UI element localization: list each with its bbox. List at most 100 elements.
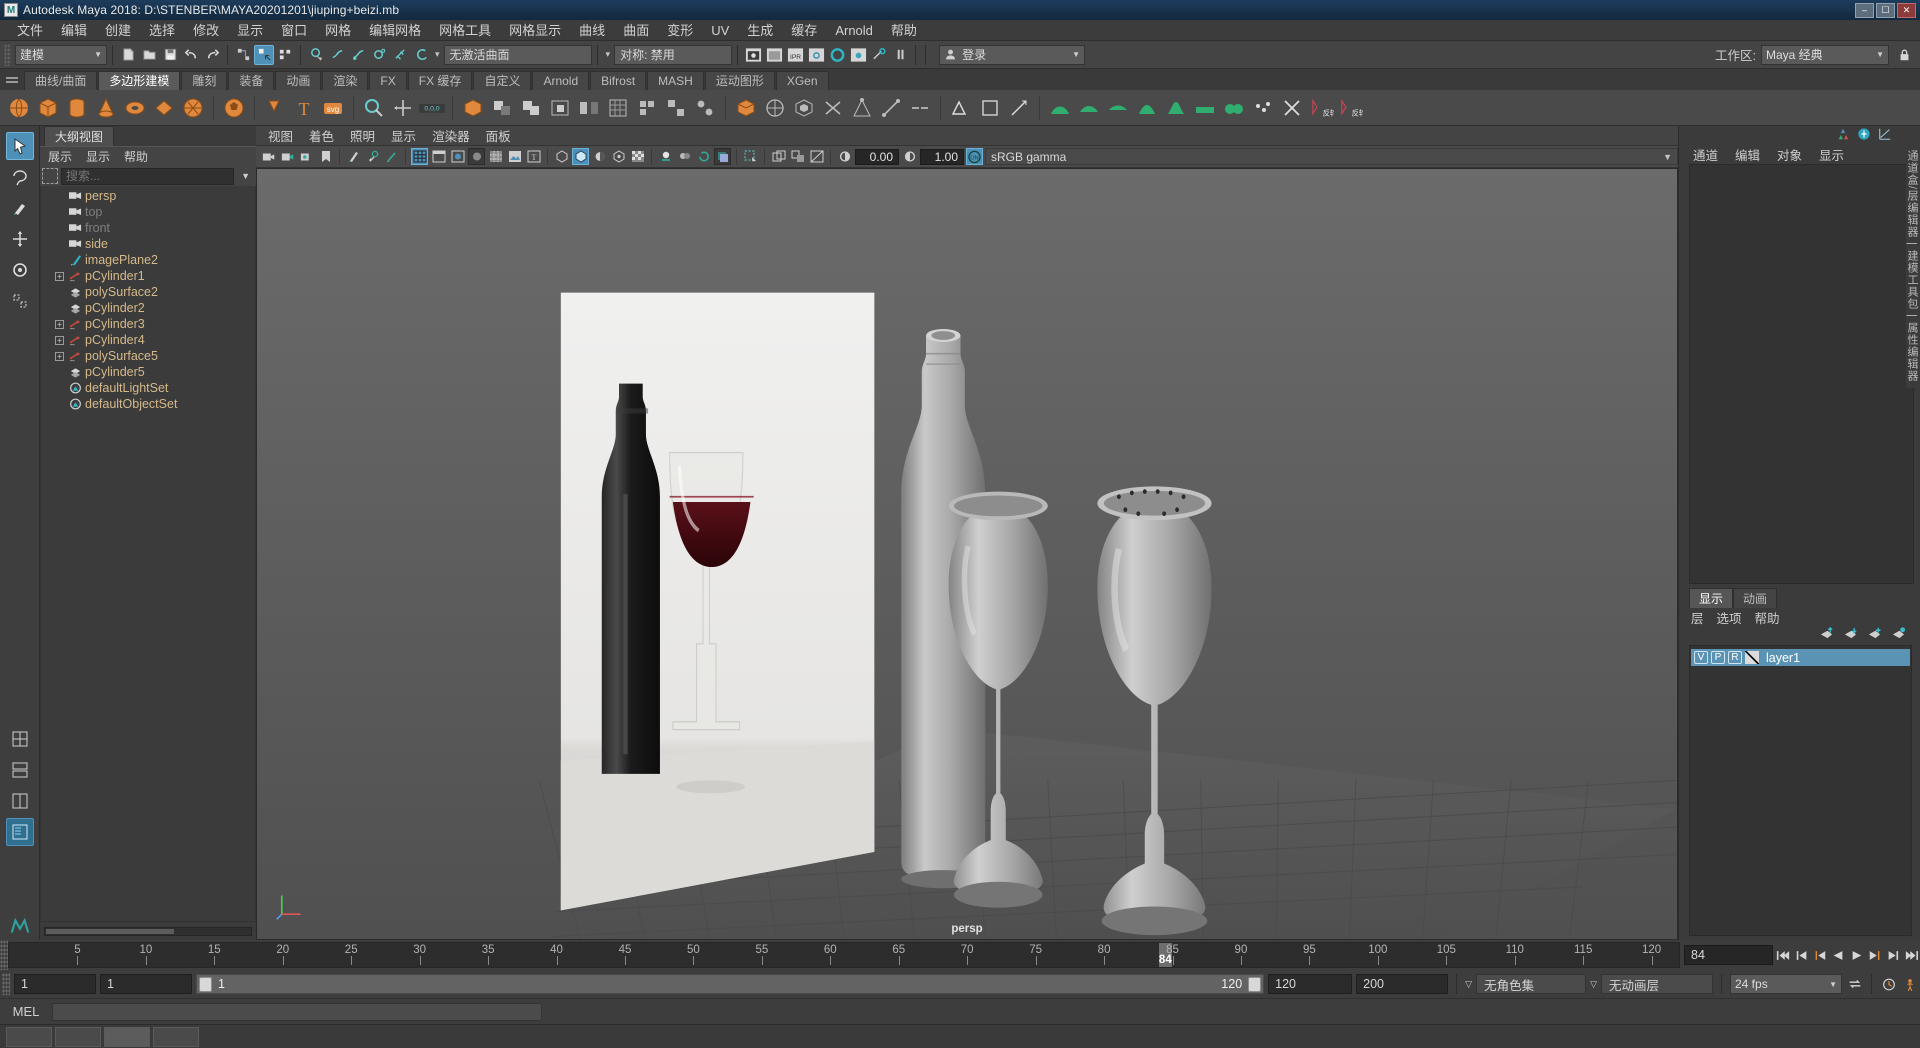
outliner-item[interactable]: defaultObjectSet	[41, 396, 255, 412]
outliner-item[interactable]: top	[41, 204, 255, 220]
svg-tool-button[interactable]: svg	[320, 95, 346, 121]
shelf-tab-运动图形[interactable]: 运动图形	[704, 71, 775, 90]
pinch-brush-button[interactable]	[1163, 95, 1189, 121]
chevron-down-icon[interactable]: ▽	[1465, 979, 1472, 990]
select-camera-icon[interactable]	[260, 148, 277, 165]
menu-item-10[interactable]: 网格显示	[500, 20, 570, 41]
lock-icon[interactable]	[1894, 45, 1914, 65]
layer-list-item[interactable]: V P Rlayer1	[1691, 649, 1910, 666]
workspace-selector[interactable]: Maya 经典 ▼	[1761, 44, 1889, 65]
range-handle-right[interactable]	[1248, 976, 1262, 992]
shelf-tab-多边形建模[interactable]: 多边形建模	[98, 71, 181, 90]
range-start-field[interactable]: 1	[14, 974, 96, 994]
command-input[interactable]	[52, 1002, 542, 1021]
maximize-button[interactable]: ☐	[1876, 2, 1895, 18]
go-to-start-button[interactable]	[1775, 946, 1791, 964]
channel-menu-item-3[interactable]: 显示	[1819, 145, 1844, 164]
toolbar-grip[interactable]	[4, 43, 11, 66]
lasso-tool-button[interactable]	[6, 163, 34, 191]
sculpt-brush-button[interactable]	[1047, 95, 1073, 121]
menu-item-18[interactable]: 帮助	[882, 20, 926, 41]
poly-cone-button[interactable]	[93, 95, 119, 121]
erase-brush-button[interactable]	[1279, 95, 1305, 121]
live-surface-field[interactable]: 无激活曲面	[443, 44, 592, 65]
menu-item-4[interactable]: 修改	[184, 20, 228, 41]
taskbar-item[interactable]	[104, 1026, 150, 1047]
go-to-end-button[interactable]	[1904, 946, 1920, 964]
menu-item-5[interactable]: 显示	[228, 20, 272, 41]
smooth-button[interactable]	[605, 95, 631, 121]
gamma-icon[interactable]	[901, 148, 918, 165]
horizontal-scrollbar[interactable]	[44, 926, 252, 936]
symmetry-field[interactable]: 对称: 禁用	[614, 44, 733, 65]
animation-preferences-icon[interactable]	[1901, 975, 1918, 993]
menu-item-17[interactable]: Arnold	[826, 20, 882, 41]
ambient-occlusion-icon[interactable]	[714, 148, 731, 165]
outliner-item[interactable]: pCylinder2	[41, 300, 255, 316]
select-by-hierarchy-button[interactable]	[233, 45, 253, 65]
color-management-toggle-icon[interactable]: ON	[966, 148, 983, 165]
xray-joints-icon[interactable]	[572, 148, 589, 165]
current-time-field[interactable]: 84	[1684, 945, 1773, 965]
shelf-tab-FX 缓存[interactable]: FX 缓存	[407, 71, 473, 90]
chevron-down-icon[interactable]: ▾	[435, 49, 440, 60]
pause-button[interactable]	[890, 45, 910, 65]
channel-menu-item-0[interactable]: 通道	[1693, 145, 1718, 164]
mirror-button[interactable]	[576, 95, 602, 121]
open-scene-button[interactable]	[139, 45, 159, 65]
attribute-editor-icon[interactable]	[1857, 127, 1871, 144]
play-backwards-button[interactable]	[1830, 946, 1846, 964]
shelf-tab-雕刻[interactable]: 雕刻	[181, 71, 228, 90]
render-settings-button[interactable]	[806, 45, 826, 65]
mirror-cut-1-button[interactable]: 反转	[1308, 95, 1334, 121]
anim-end-field[interactable]: 200	[1356, 974, 1449, 994]
new-scene-button[interactable]	[118, 45, 138, 65]
render-sequence-button[interactable]	[764, 45, 784, 65]
outliner-menu-item-2[interactable]: 帮助	[124, 148, 148, 165]
display-panel-1-icon[interactable]	[770, 148, 787, 165]
flatten-brush-button[interactable]	[1192, 95, 1218, 121]
expand-icon[interactable]: +	[55, 271, 64, 281]
step-forward-frame-button[interactable]	[1867, 946, 1883, 964]
snap-to-point-button[interactable]	[348, 45, 368, 65]
mirror-cut-2-button[interactable]: 反转	[1337, 95, 1363, 121]
outliner-tab[interactable]: 大纲视图	[40, 126, 256, 146]
chamfer-vertex-button[interactable]	[849, 95, 875, 121]
default-lighting-icon[interactable]	[657, 148, 674, 165]
grid-toggle-icon[interactable]	[364, 148, 381, 165]
step-back-frame-button[interactable]	[1812, 946, 1828, 964]
smooth-brush-button[interactable]	[1076, 95, 1102, 121]
connect-button[interactable]	[878, 95, 904, 121]
expand-icon[interactable]: +	[55, 351, 64, 361]
image-plane-icon[interactable]	[345, 148, 362, 165]
boolean-intersect-button[interactable]	[547, 95, 573, 121]
wireframe-on-shaded-icon[interactable]	[487, 148, 504, 165]
mel-label[interactable]: MEL	[6, 1004, 46, 1019]
channel-box-content[interactable]	[1689, 164, 1914, 584]
add-layer-icon[interactable]	[1867, 627, 1882, 643]
four-pane-layout-button[interactable]	[6, 787, 34, 815]
exposure-icon[interactable]	[836, 148, 853, 165]
poly-torus-button[interactable]	[122, 95, 148, 121]
scale-tool-button[interactable]	[6, 287, 34, 315]
channel-menu-item-2[interactable]: 对象	[1777, 145, 1802, 164]
select-by-object-type-button[interactable]	[254, 44, 274, 65]
relax-brush-button[interactable]	[1105, 95, 1131, 121]
viewport-menu-item-5[interactable]: 面板	[486, 126, 511, 145]
menu-item-8[interactable]: 编辑网格	[360, 20, 430, 41]
outliner-item[interactable]: polySurface2	[41, 284, 255, 300]
move-tool-button[interactable]	[390, 95, 416, 121]
render-setup-button[interactable]	[848, 45, 868, 65]
shelf-tab-Arnold[interactable]: Arnold	[532, 71, 590, 90]
create-polygon-button[interactable]	[977, 95, 1003, 121]
remesh-button[interactable]	[692, 95, 718, 121]
layer-p-toggle[interactable]: P	[1711, 651, 1725, 664]
step-back-key-button[interactable]	[1793, 946, 1809, 964]
chevron-down-icon[interactable]: ▾	[606, 49, 611, 60]
shelf-tab-自定义[interactable]: 自定义	[473, 71, 532, 90]
xray-components-icon[interactable]	[610, 148, 627, 165]
layer-r-toggle[interactable]: R	[1728, 651, 1742, 664]
close-button[interactable]: ✕	[1897, 2, 1916, 18]
shelf-tab-曲线/曲面[interactable]: 曲线/曲面	[24, 71, 98, 90]
layer-tab-显示[interactable]: 显示	[1689, 588, 1734, 608]
